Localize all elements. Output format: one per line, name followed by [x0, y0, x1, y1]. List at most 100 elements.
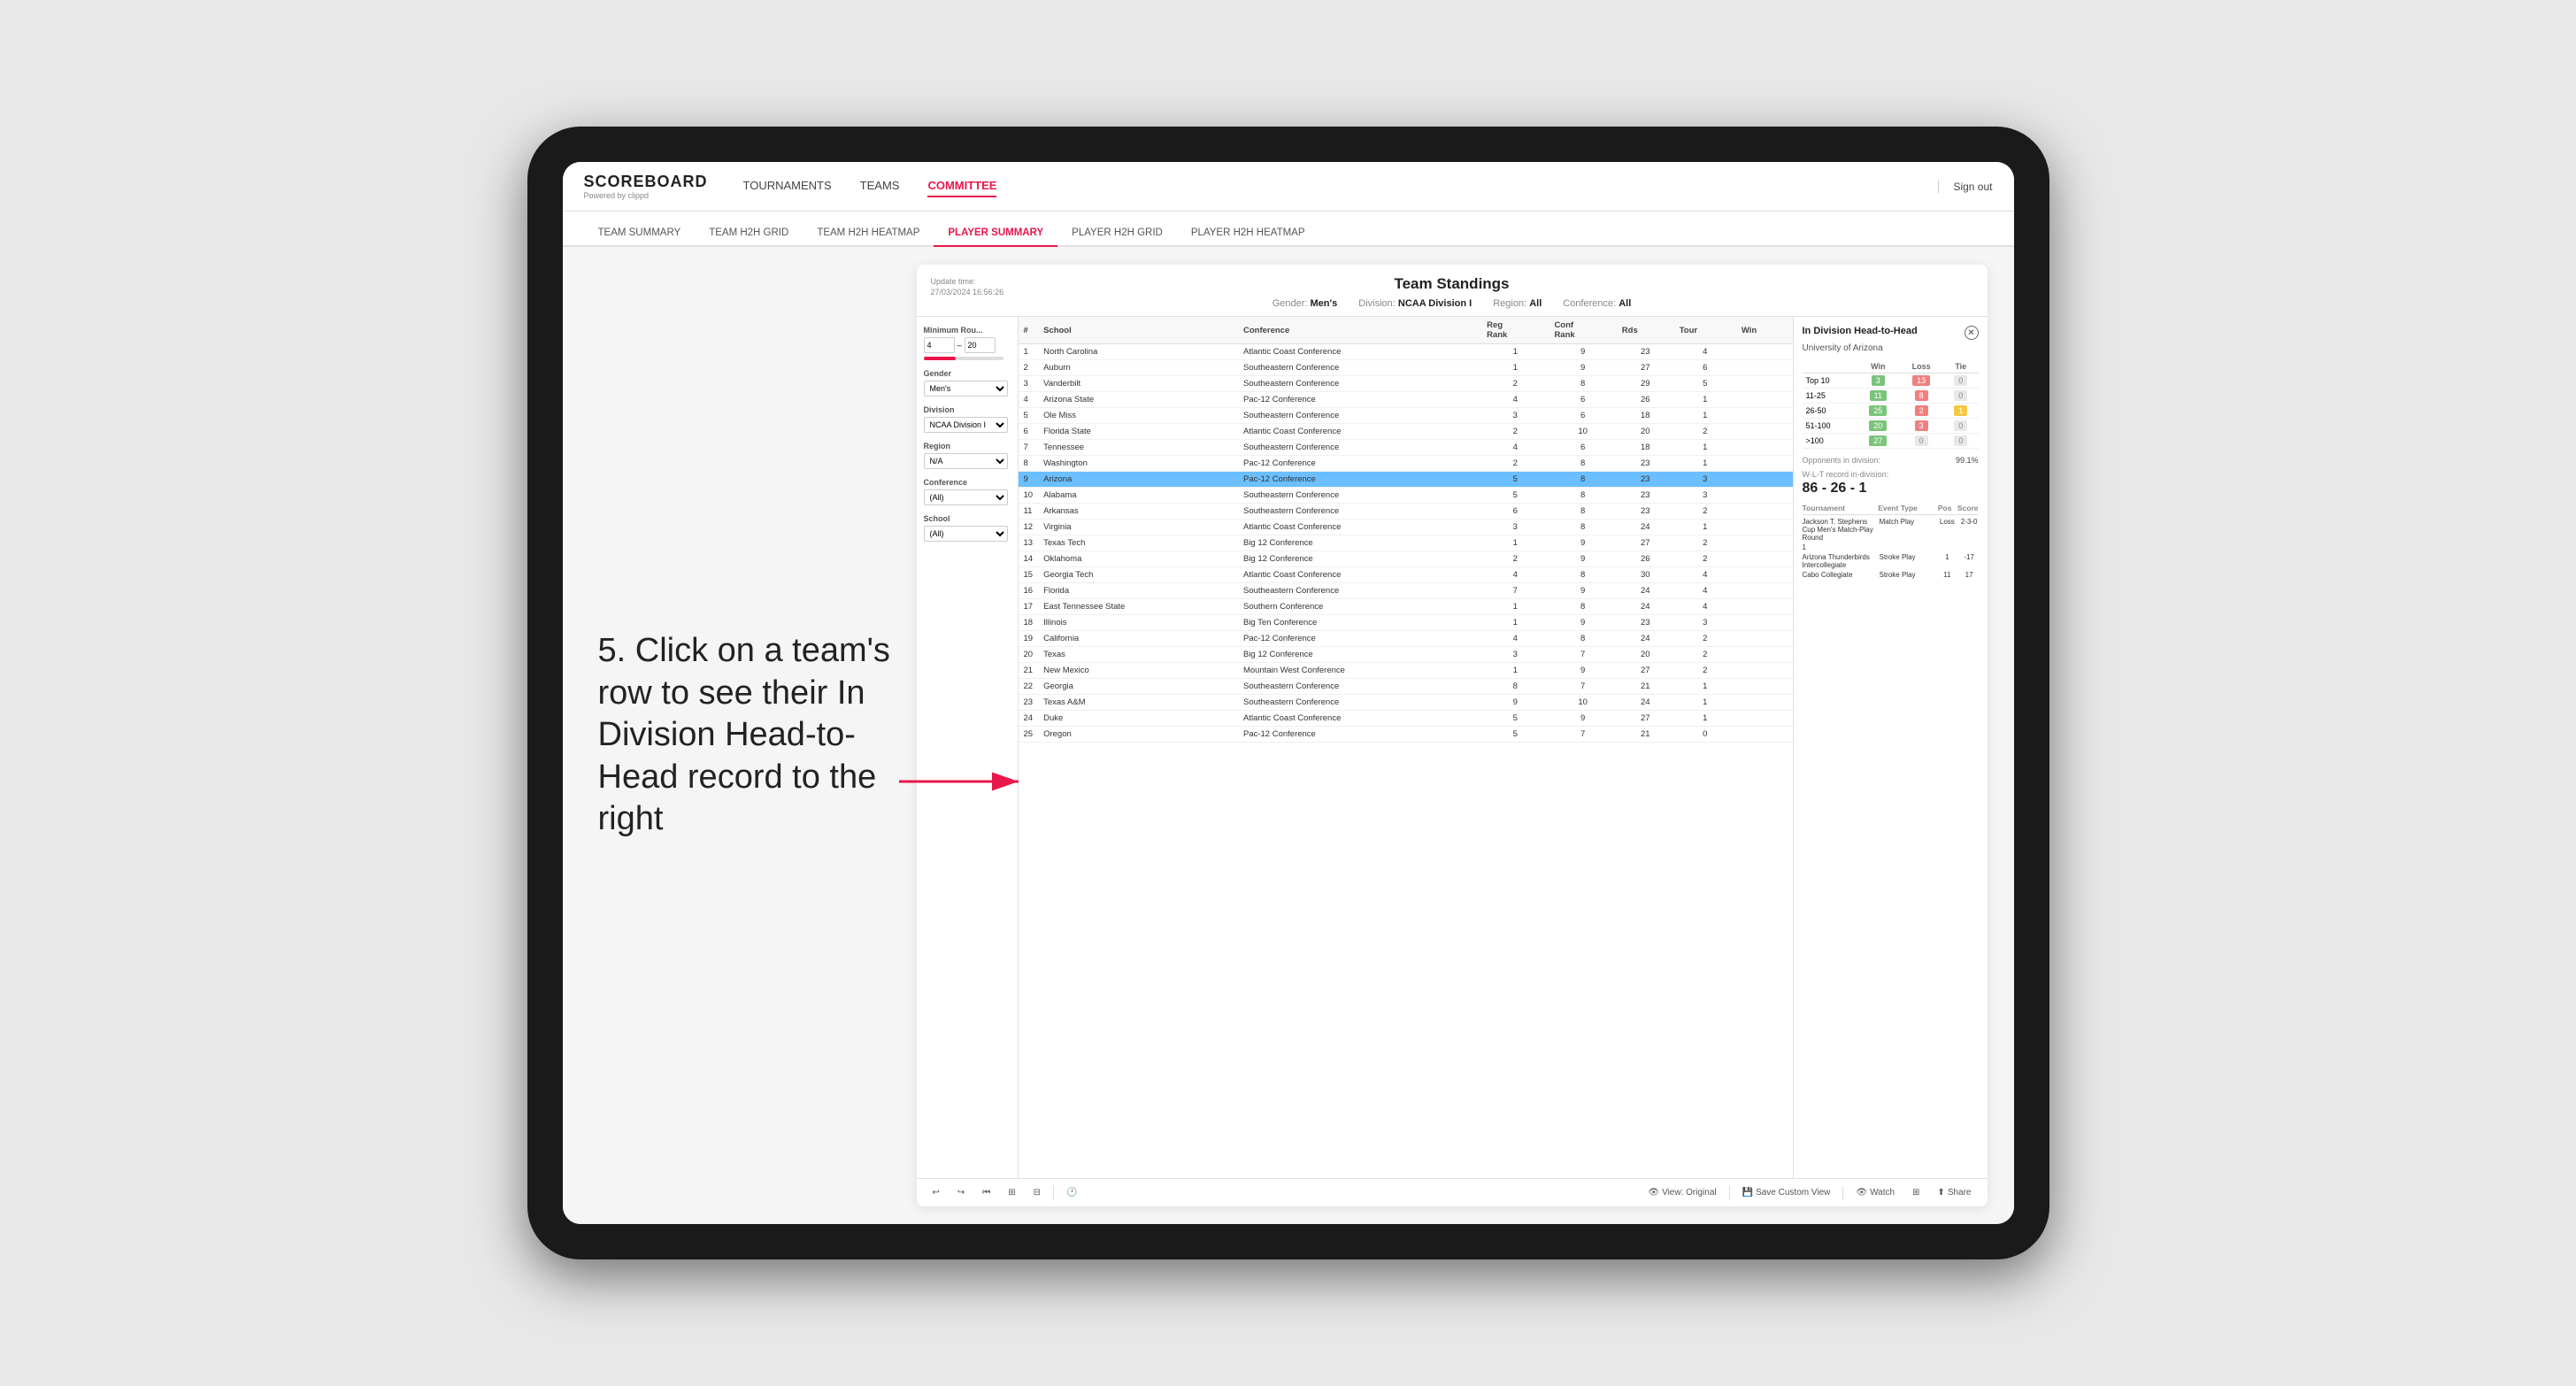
conference-select[interactable]: (All): [924, 489, 1008, 505]
table-row[interactable]: 24 Duke Atlantic Coast Conference 5 9 27…: [1019, 711, 1793, 727]
table-row[interactable]: 25 Oregon Pac-12 Conference 5 7 21 0: [1019, 727, 1793, 743]
table-row[interactable]: 6 Florida State Atlantic Coast Conferenc…: [1019, 424, 1793, 440]
table-row[interactable]: 5 Ole Miss Southeastern Conference 3 6 1…: [1019, 408, 1793, 424]
filter-region-label: Region:: [1493, 298, 1529, 309]
copy-icon: ⊞: [1008, 1188, 1015, 1197]
school-cell: Vanderbilt: [1038, 376, 1238, 392]
table-row[interactable]: 13 Texas Tech Big 12 Conference 1 9 27 2: [1019, 535, 1793, 551]
reg-rank-cell: 3: [1481, 520, 1549, 535]
subnav-team-h2h-grid[interactable]: TEAM H2H GRID: [695, 220, 803, 247]
col-conference: Conference: [1238, 317, 1481, 344]
tablet-screen: SCOREBOARD Powered by clippd TOURNAMENTS…: [563, 162, 2014, 1224]
reg-rank-cell: 1: [1481, 615, 1549, 631]
win-cell: [1736, 711, 1793, 727]
rounds-slider[interactable]: [924, 357, 1003, 360]
h2h-tournament-row-3: Arizona Thunderbirds Intercollegiate Str…: [1803, 553, 1979, 569]
filter-group-min-rounds: Minimum Rou... –: [924, 326, 1011, 360]
tour-cell: 4: [1674, 344, 1736, 360]
table-row[interactable]: 16 Florida Southeastern Conference 7 9 2…: [1019, 583, 1793, 599]
rds-cell: 24: [1617, 583, 1674, 599]
school-cell: Oklahoma: [1038, 551, 1238, 567]
table-row[interactable]: 7 Tennessee Southeastern Conference 4 6 …: [1019, 440, 1793, 456]
h2h-win-cell: 20: [1857, 419, 1899, 434]
subnav-player-h2h-grid[interactable]: PLAYER H2H GRID: [1057, 220, 1177, 247]
tour-cell: 1: [1674, 520, 1736, 535]
conf-rank-cell: 9: [1549, 535, 1616, 551]
reg-rank-cell: 6: [1481, 504, 1549, 520]
toolbar-step-back[interactable]: ⏮: [977, 1186, 996, 1199]
reg-rank-cell: 4: [1481, 631, 1549, 647]
conference-cell: Pac-12 Conference: [1238, 631, 1481, 647]
h2h-tournament-row-1: Jackson T. Stephens Cup Men's Match-Play…: [1803, 518, 1979, 542]
rank-cell: 4: [1019, 392, 1039, 408]
panel-toolbar: ↩ ↪ ⏮ ⊞ ⊟ 🕐 👁 View: Original 💾 Sa: [917, 1178, 1988, 1206]
rank-cell: 15: [1019, 567, 1039, 583]
sign-out-button[interactable]: Sign out: [1938, 181, 1992, 193]
subnav-player-summary[interactable]: PLAYER SUMMARY: [934, 220, 1057, 247]
division-select[interactable]: NCAA Division I: [924, 417, 1008, 433]
table-row[interactable]: 18 Illinois Big Ten Conference 1 9 23 3: [1019, 615, 1793, 631]
region-select[interactable]: N/A: [924, 453, 1008, 469]
table-row[interactable]: 22 Georgia Southeastern Conference 8 7 2…: [1019, 679, 1793, 695]
conf-rank-cell: 8: [1549, 456, 1616, 472]
win-cell: [1736, 727, 1793, 743]
toolbar-watch[interactable]: 👁 Watch: [1850, 1186, 1900, 1199]
rank-cell: 1: [1019, 344, 1039, 360]
tour-cell: 3: [1674, 615, 1736, 631]
table-row[interactable]: 8 Washington Pac-12 Conference 2 8 23 1: [1019, 456, 1793, 472]
h2h-close-button[interactable]: ✕: [1965, 326, 1979, 340]
sub-nav: TEAM SUMMARY TEAM H2H GRID TEAM H2H HEAT…: [563, 212, 2014, 247]
school-cell: Oregon: [1038, 727, 1238, 743]
table-row[interactable]: 3 Vanderbilt Southeastern Conference 2 8…: [1019, 376, 1793, 392]
h2h-tournament-header: Tournament Event Type Pos Score: [1803, 504, 1979, 515]
gender-select[interactable]: Men's: [924, 381, 1008, 397]
toolbar-save-custom[interactable]: 💾 Save Custom View: [1737, 1186, 1836, 1199]
toolbar-paste[interactable]: ⊟: [1028, 1186, 1046, 1199]
reg-rank-cell: 5: [1481, 727, 1549, 743]
conference-cell: Pac-12 Conference: [1238, 472, 1481, 488]
table-row[interactable]: 4 Arizona State Pac-12 Conference 4 6 26…: [1019, 392, 1793, 408]
table-row[interactable]: 15 Georgia Tech Atlantic Coast Conferenc…: [1019, 567, 1793, 583]
table-row[interactable]: 21 New Mexico Mountain West Conference 1…: [1019, 663, 1793, 679]
nav-tournaments[interactable]: TOURNAMENTS: [743, 175, 832, 197]
toolbar-redo[interactable]: ↪: [952, 1186, 970, 1199]
conference-cell: Big 12 Conference: [1238, 647, 1481, 663]
table-row[interactable]: 10 Alabama Southeastern Conference 5 8 2…: [1019, 488, 1793, 504]
nav-committee[interactable]: COMMITTEE: [927, 175, 996, 197]
conf-rank-cell: 9: [1549, 344, 1616, 360]
toolbar-copy[interactable]: ⊞: [1003, 1186, 1020, 1199]
toolbar-view-original[interactable]: 👁 View: Original: [1642, 1186, 1721, 1199]
table-row[interactable]: 14 Oklahoma Big 12 Conference 2 9 26 2: [1019, 551, 1793, 567]
h2h-loss-cell: 13: [1899, 373, 1943, 389]
toolbar-clock[interactable]: 🕐: [1061, 1186, 1082, 1199]
table-row[interactable]: 2 Auburn Southeastern Conference 1 9 27 …: [1019, 360, 1793, 376]
col-win: Win: [1736, 317, 1793, 344]
subnav-team-summary[interactable]: TEAM SUMMARY: [584, 220, 696, 247]
table-row[interactable]: 23 Texas A&M Southeastern Conference 9 1…: [1019, 695, 1793, 711]
school-select[interactable]: (All): [924, 526, 1008, 542]
win-cell: [1736, 504, 1793, 520]
conf-rank-cell: 8: [1549, 376, 1616, 392]
max-rounds-input[interactable]: [965, 337, 996, 353]
table-row[interactable]: 11 Arkansas Southeastern Conference 6 8 …: [1019, 504, 1793, 520]
h2h-wlt-label: W-L-T record in-division:: [1803, 470, 1979, 479]
rds-cell: 23: [1617, 344, 1674, 360]
subnav-player-h2h-heatmap[interactable]: PLAYER H2H HEATMAP: [1177, 220, 1319, 247]
table-row[interactable]: 12 Virginia Atlantic Coast Conference 3 …: [1019, 520, 1793, 535]
filter-region-value: All: [1529, 298, 1542, 309]
rank-cell: 19: [1019, 631, 1039, 647]
conf-rank-cell: 6: [1549, 440, 1616, 456]
filter-division-value: NCAA Division I: [1398, 298, 1472, 309]
table-row[interactable]: 19 California Pac-12 Conference 4 8 24 2: [1019, 631, 1793, 647]
view-original-label: View: Original: [1662, 1188, 1717, 1197]
nav-teams[interactable]: TEAMS: [860, 175, 900, 197]
table-row[interactable]: 1 North Carolina Atlantic Coast Conferen…: [1019, 344, 1793, 360]
toolbar-share[interactable]: ⬆ Share: [1932, 1186, 1976, 1199]
table-row[interactable]: 20 Texas Big 12 Conference 3 7 20 2: [1019, 647, 1793, 663]
table-row[interactable]: 9 Arizona Pac-12 Conference 5 8 23 3: [1019, 472, 1793, 488]
subnav-team-h2h-heatmap[interactable]: TEAM H2H HEATMAP: [803, 220, 934, 247]
table-row[interactable]: 17 East Tennessee State Southern Confere…: [1019, 599, 1793, 615]
school-cell: Virginia: [1038, 520, 1238, 535]
school-cell: California: [1038, 631, 1238, 647]
toolbar-grid[interactable]: ⊞: [1907, 1186, 1925, 1199]
